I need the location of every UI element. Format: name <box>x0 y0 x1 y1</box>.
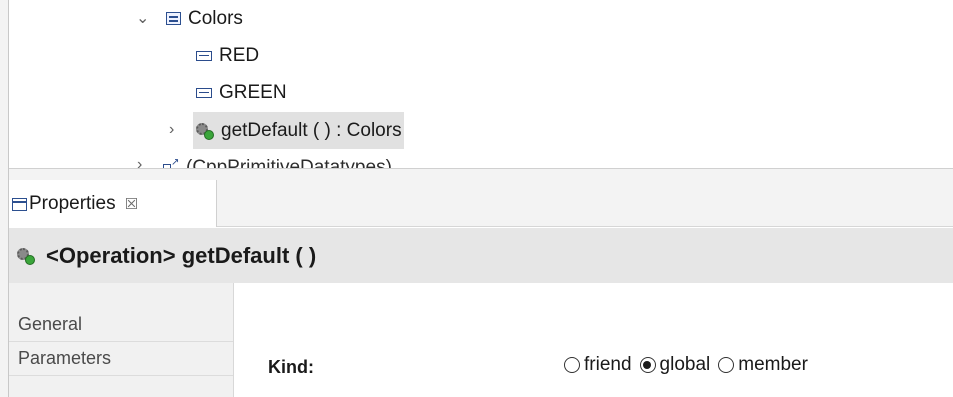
tree-item-label: getDefault ( ) : Colors <box>221 119 402 141</box>
kind-label: Kind: <box>268 357 314 377</box>
properties-content: Kind: friend global member <box>234 283 953 397</box>
close-icon[interactable]: ☒ <box>125 195 138 213</box>
section-tab-general[interactable]: General <box>9 307 233 341</box>
section-tab-parameters[interactable]: Parameters <box>9 341 233 375</box>
tree-item-label: RED <box>219 44 260 66</box>
operation-icon <box>196 122 214 140</box>
kind-option-friend[interactable]: friend <box>564 354 632 376</box>
properties-section-nav: General Parameters <box>9 283 234 397</box>
operation-icon <box>17 247 35 265</box>
radio-button[interactable] <box>718 357 735 373</box>
kind-radio-group: friend global member <box>564 354 816 376</box>
radio-label: friend <box>584 354 632 375</box>
tab-properties[interactable]: Properties ☒ <box>9 180 217 227</box>
properties-header: <Operation> getDefault ( ) <box>9 228 953 283</box>
chevron-right-icon[interactable]: › <box>169 121 174 139</box>
section-tab-label: General <box>18 313 83 334</box>
kind-option-member[interactable]: member <box>718 354 808 376</box>
radio-label: global <box>659 354 711 375</box>
tree-item-label: Colors <box>188 7 243 29</box>
tree-item-getdefault[interactable]: getDefault ( ) : Colors <box>193 112 404 149</box>
tree-item-colors[interactable]: Colors <box>166 0 243 37</box>
enum-literal-icon <box>196 87 212 98</box>
radio-button[interactable] <box>639 357 656 373</box>
properties-tab-bar: Properties ☒ <box>9 180 953 227</box>
chevron-right-icon[interactable]: › <box>137 156 142 168</box>
divider <box>9 375 233 376</box>
tree-item-green[interactable]: GREEN <box>196 74 287 111</box>
tree-item-label: (CppPrimitiveDatatypes) <box>186 156 392 169</box>
radio-label: member <box>738 354 808 375</box>
left-edge-bar <box>0 0 9 397</box>
chevron-down-icon[interactable]: ⌄ <box>136 8 149 28</box>
tree-item-label: GREEN <box>219 81 287 103</box>
enum-literal-icon <box>196 50 212 61</box>
properties-view-icon <box>12 198 27 211</box>
page-title: <Operation> getDefault ( ) <box>46 242 317 268</box>
enumeration-icon <box>166 12 181 25</box>
tree-item-red[interactable]: RED <box>196 37 259 74</box>
kind-option-global[interactable]: global <box>639 354 711 376</box>
model-tree[interactable]: ⌄ Colors RED GREEN › getDefault ( ) : Co… <box>9 0 953 168</box>
section-tab-label: Parameters <box>18 347 112 368</box>
radio-button[interactable] <box>564 357 580 373</box>
tab-label: Properties <box>29 192 116 214</box>
tree-item-cppprimitivedatatypes[interactable]: (CppPrimitiveDatatypes) <box>163 149 392 168</box>
